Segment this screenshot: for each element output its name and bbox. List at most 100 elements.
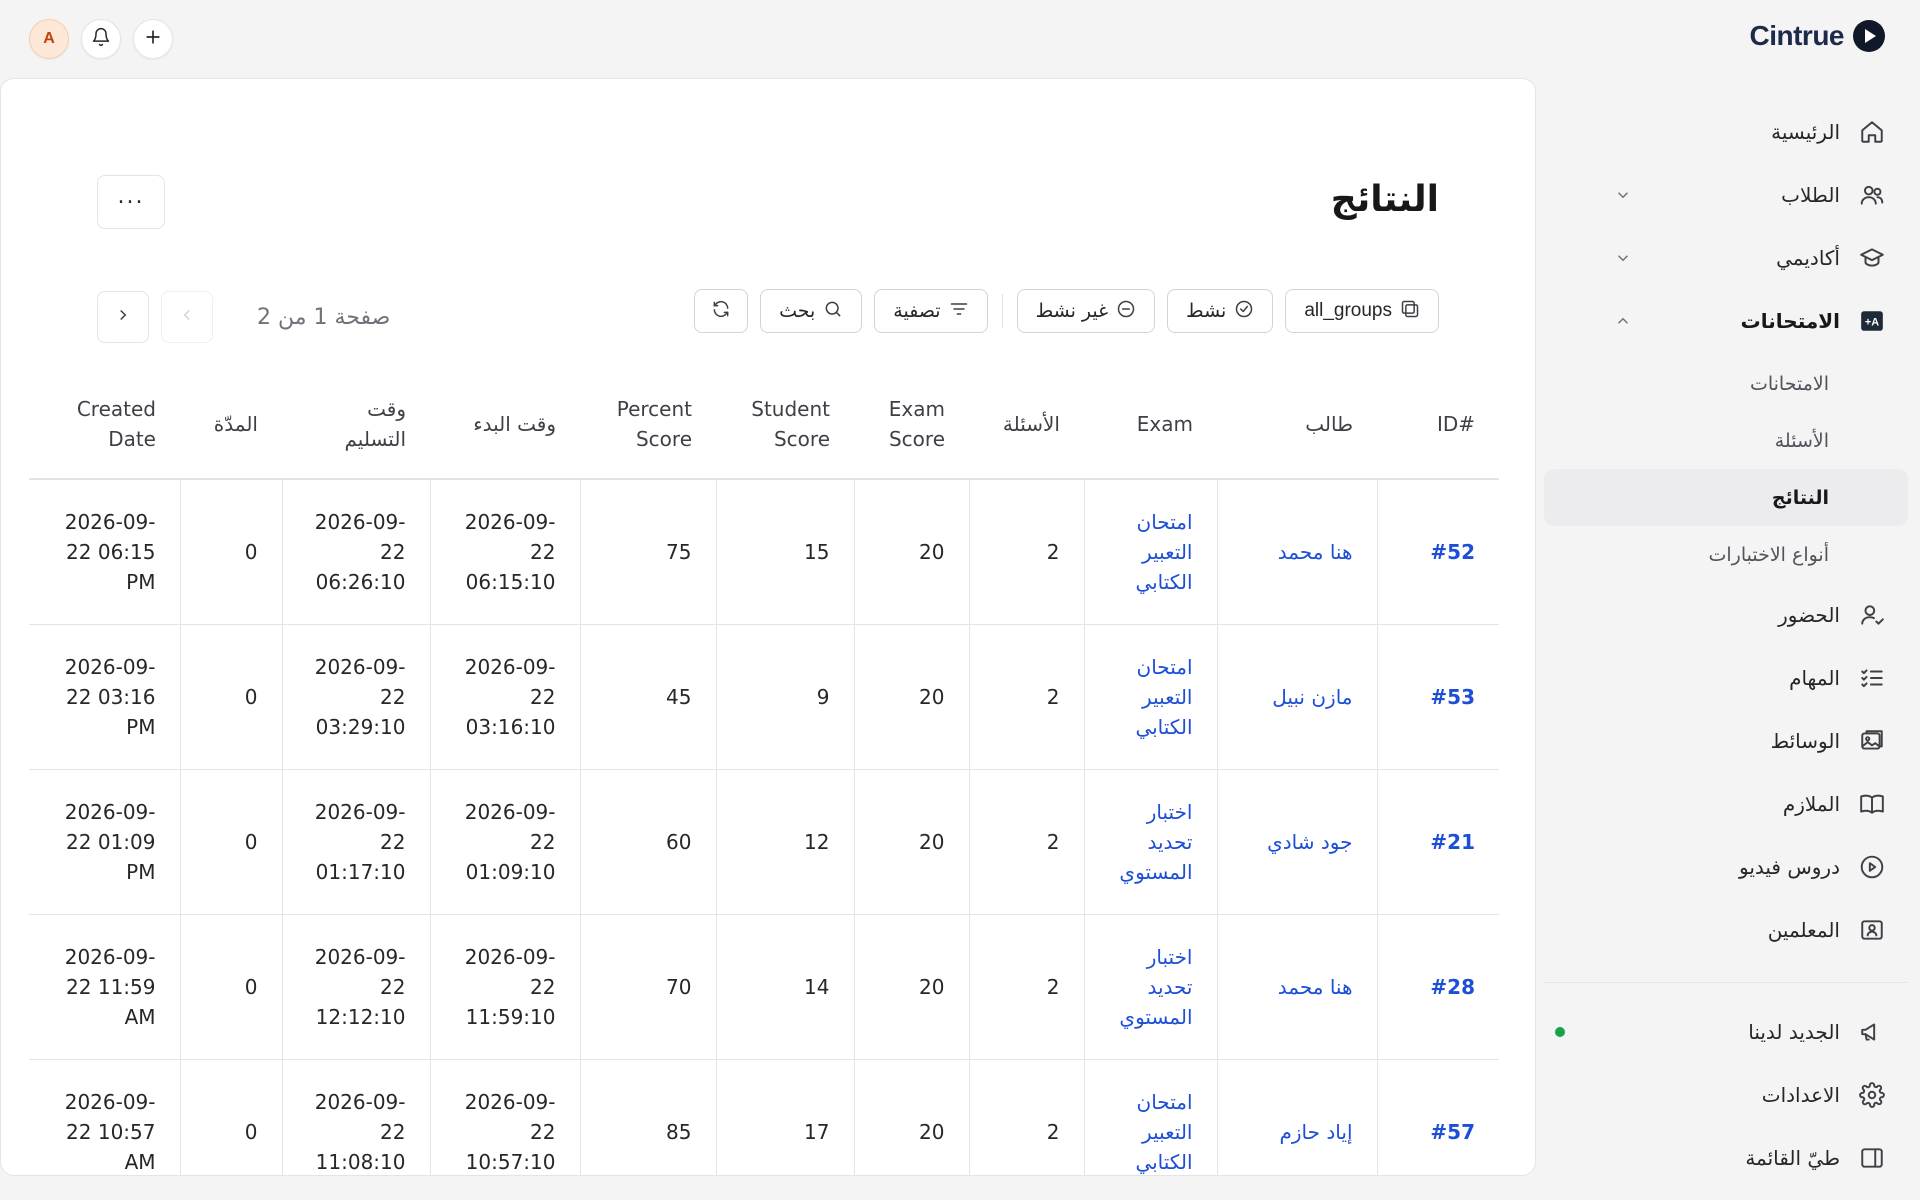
sidebar-item-video-lessons[interactable]: دروس فيديو (1532, 835, 1920, 898)
column-header-questions[interactable]: الأسئلة (969, 369, 1084, 479)
brand-logo-icon (1852, 19, 1886, 53)
check-circle-icon (1234, 299, 1254, 324)
bell-icon (91, 27, 111, 51)
notifications-button[interactable] (81, 19, 121, 59)
exam-link[interactable]: اختبار تحديد المستوي (1119, 800, 1192, 884)
questions-cell: 2 (968, 1058, 1084, 1175)
sidebar-item-media[interactable]: الوسائط (1532, 709, 1920, 772)
result-id-link[interactable]: #57 (1376, 1058, 1499, 1175)
sidebar-subitem-label: أنواع الاختبارات (1708, 543, 1830, 566)
sidebar-subitem-exams[interactable]: الامتحانات (1544, 355, 1908, 412)
column-header-percent-score[interactable]: Percent Score (580, 369, 716, 479)
column-header-submit-time[interactable]: وقت التسليم (282, 369, 430, 479)
sidebar-nav: الرئيسية الطلاب أكاديمي A+ الامتحانات ال… (1532, 100, 1920, 961)
add-button[interactable] (133, 19, 173, 59)
column-header-start-time[interactable]: وقت البدء (430, 369, 580, 479)
student-link[interactable]: مازن نبيل (1272, 685, 1352, 709)
column-header-exam-score[interactable]: Exam Score (854, 369, 969, 479)
sidebar-item-label: الامتحانات (1740, 308, 1840, 333)
all-groups-label: all_groups (1304, 300, 1392, 321)
exam-link[interactable]: امتحان التعبير الكتابي (1135, 1090, 1192, 1174)
avatar[interactable]: A (29, 19, 69, 59)
plus-icon (143, 27, 163, 51)
sidebar-item-settings[interactable]: الاعدادات (1532, 1063, 1920, 1126)
column-header-duration[interactable]: المدّة (180, 369, 282, 479)
sidebar-item-students[interactable]: الطلاب (1532, 163, 1920, 226)
minus-circle-icon (1116, 299, 1136, 324)
chevron-down-icon (1614, 249, 1632, 267)
student-link[interactable]: جود شادي (1267, 830, 1352, 854)
brand[interactable]: Cintrue (1750, 19, 1887, 53)
student-score-cell: 9 (715, 623, 854, 769)
filter-button[interactable]: تصفية (874, 289, 988, 333)
sidebar-item-label: المعلمين (1767, 917, 1840, 942)
sidebar-item-teachers[interactable]: المعلمين (1532, 898, 1920, 961)
student-link[interactable]: هنا محمد (1278, 975, 1353, 999)
chevron-left-icon (178, 306, 196, 328)
student-score-cell: 12 (715, 768, 854, 914)
inactive-filter-button[interactable]: غير نشط (1016, 289, 1156, 333)
student-link[interactable]: إياد حازم (1280, 1120, 1353, 1144)
sidebar-item-label: الملازم (1782, 791, 1840, 816)
column-header-created-date[interactable]: Created Date (29, 369, 180, 479)
sidebar-item-attendance[interactable]: الحضور (1532, 583, 1920, 646)
column-header-exam[interactable]: Exam (1084, 369, 1217, 479)
filter-toolbar: all_groups نشط غير نشط تصفية بحث (694, 289, 1439, 333)
sidebar-bottom-nav: الجديد لدينا الاعدادات طيّ القائمة (1532, 1000, 1920, 1189)
book-icon (1858, 790, 1886, 818)
result-id-link[interactable]: #53 (1376, 623, 1499, 769)
sidebar-item-exams[interactable]: A+ الامتحانات (1532, 289, 1920, 352)
previous-page-button[interactable] (161, 291, 213, 343)
duration-cell: 0 (179, 913, 282, 1059)
exam-link[interactable]: امتحان التعبير الكتابي (1135, 510, 1192, 594)
exam-score-cell: 20 (853, 768, 969, 914)
sidebar-item-booklets[interactable]: الملازم (1532, 772, 1920, 835)
sidebar-item-label: المهام (1789, 665, 1840, 690)
sidebar-item-home[interactable]: الرئيسية (1532, 100, 1920, 163)
sidebar-item-label: دروس فيديو (1739, 854, 1840, 879)
student-link[interactable]: هنا محمد (1278, 540, 1353, 564)
column-header-id[interactable]: ID# (1377, 369, 1499, 479)
next-page-button[interactable] (97, 291, 149, 343)
exam-link[interactable]: اختبار تحديد المستوي (1119, 945, 1192, 1029)
sidebar-subitem-label: الأسئلة (1774, 429, 1829, 452)
table-row[interactable]: #57 إياد حازم امتحان التعبير الكتابي 2 2… (29, 1058, 1499, 1175)
page-indicator: صفحة 1 من 2 (257, 304, 391, 330)
result-id-link[interactable]: #28 (1376, 913, 1499, 1059)
student-score-cell: 17 (715, 1058, 854, 1175)
sidebar-subitem-questions[interactable]: الأسئلة (1544, 412, 1908, 469)
column-header-student-score[interactable]: Student Score (716, 369, 854, 479)
result-id-link[interactable]: #21 (1376, 768, 1499, 914)
sidebar-subitem-results[interactable]: النتائج (1544, 469, 1908, 526)
home-icon (1858, 118, 1886, 146)
active-filter-button[interactable]: نشط (1167, 289, 1274, 333)
sidebar-item-tasks[interactable]: المهام (1532, 646, 1920, 709)
sidebar-item-collapse[interactable]: طيّ القائمة (1532, 1126, 1920, 1189)
sidebar-subitem-exam-types[interactable]: أنواع الاختبارات (1544, 526, 1908, 583)
chevron-right-icon (114, 306, 132, 328)
start-time-cell: 2026-09-22 06:15:10 (429, 478, 580, 624)
table-header-row: ID# طالب Exam الأسئلة Exam Score Student… (29, 369, 1499, 479)
play-circle-icon (1858, 853, 1886, 881)
exam-link[interactable]: امتحان التعبير الكتابي (1135, 655, 1192, 739)
search-button[interactable]: بحث (760, 289, 863, 333)
table-row[interactable]: #53 مازن نبيل امتحان التعبير الكتابي 2 2… (29, 623, 1499, 769)
percent-score-cell: 75 (579, 478, 716, 624)
sidebar-item-whats-new[interactable]: الجديد لدينا (1532, 1000, 1920, 1063)
inactive-filter-label: غير نشط (1035, 300, 1109, 322)
refresh-button[interactable] (694, 289, 749, 333)
svg-text:A+: A+ (1865, 316, 1879, 328)
table-row[interactable]: #52 هنا محمد امتحان التعبير الكتابي 2 20… (29, 478, 1499, 624)
result-id-link[interactable]: #52 (1376, 478, 1499, 624)
exam-score-cell: 20 (853, 478, 969, 624)
percent-score-cell: 70 (579, 913, 716, 1059)
more-options-button[interactable]: ... (97, 175, 165, 229)
sidebar-item-academic[interactable]: أكاديمي (1532, 226, 1920, 289)
questions-cell: 2 (968, 623, 1084, 769)
percent-score-cell: 45 (579, 623, 716, 769)
table-row[interactable]: #21 جود شادي اختبار تحديد المستوي 2 20 1… (29, 768, 1499, 914)
column-header-student[interactable]: طالب (1217, 369, 1377, 479)
table-row[interactable]: #28 هنا محمد اختبار تحديد المستوي 2 20 1… (29, 913, 1499, 1059)
percent-score-cell: 85 (579, 1058, 716, 1175)
all-groups-button[interactable]: all_groups (1285, 289, 1439, 333)
